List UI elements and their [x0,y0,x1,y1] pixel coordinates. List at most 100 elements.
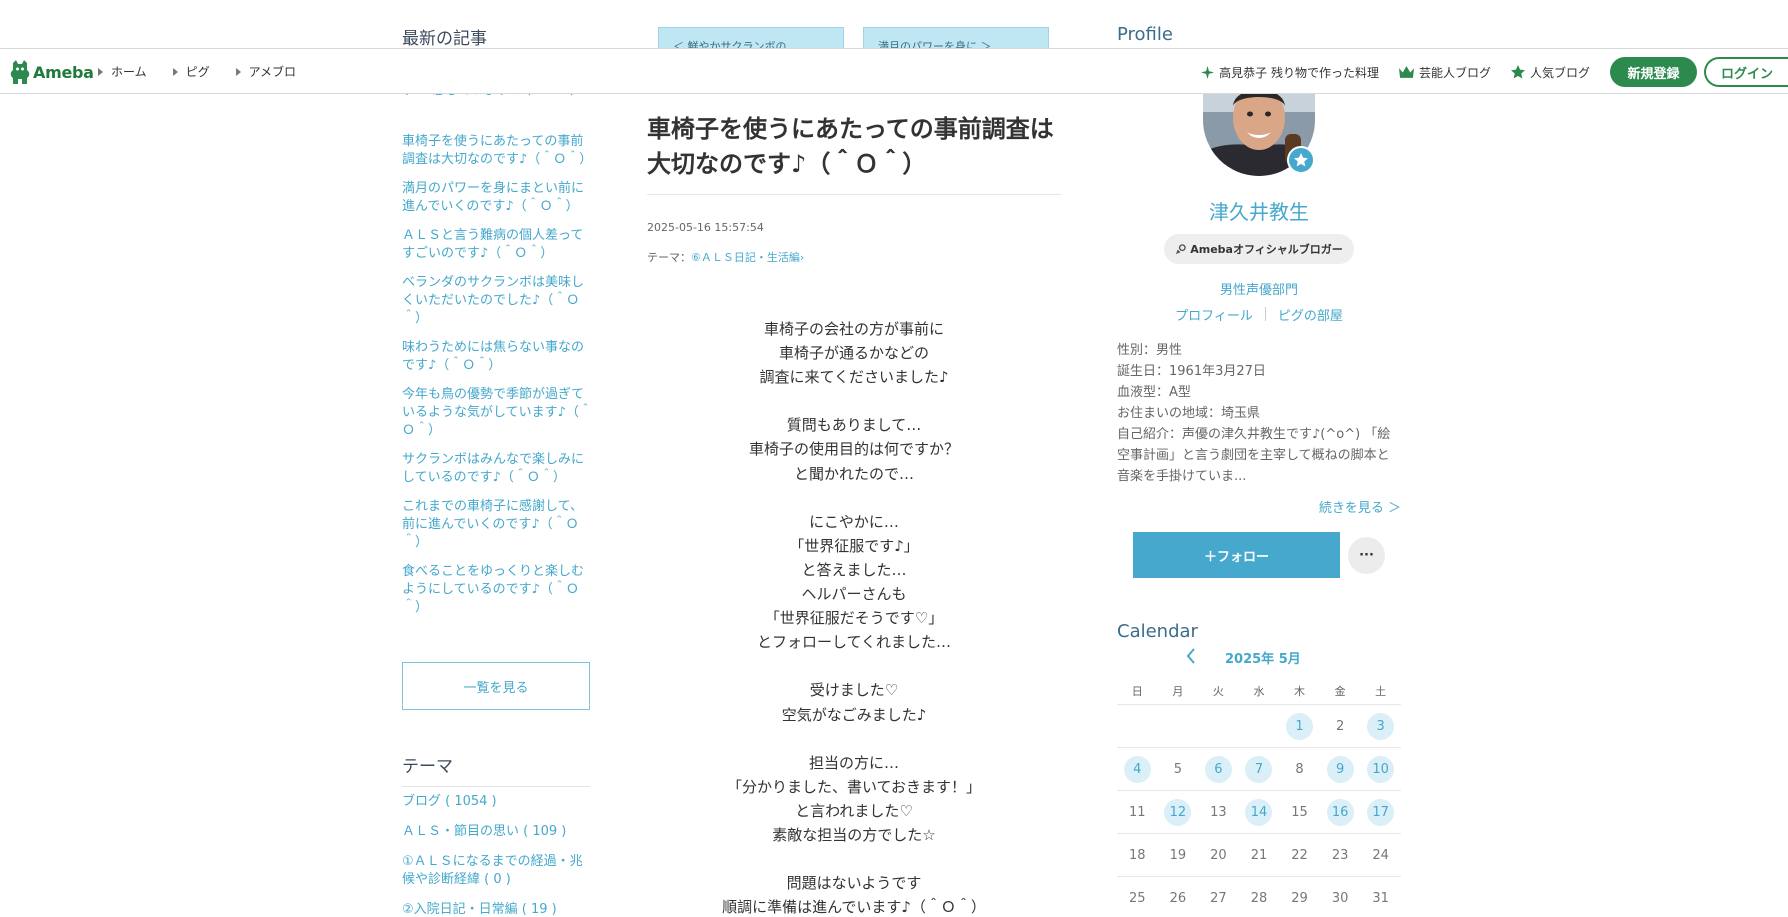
calendar-day-link[interactable]: 7 [1245,755,1273,783]
calendar-day-cell: 1 [1279,712,1320,740]
calendar-day: 25 [1129,890,1146,906]
profile-name[interactable]: 津久井教生 [1117,196,1401,225]
theme-link[interactable]: ブログ ( 1054 ) [402,793,592,811]
register-button[interactable]: 新規登録 [1610,57,1697,87]
calendar-day-cell: 15 [1279,799,1320,826]
ameba-mark-icon [10,60,30,84]
post-line: にこやかに… [809,512,899,531]
calendar-day-cell: 7 [1239,755,1280,783]
calendar-day: 11 [1129,804,1146,820]
calendar-day-cell: 28 [1239,885,1280,912]
more-options-button[interactable]: ··· [1348,537,1385,574]
calendar-day: 29 [1291,890,1308,906]
chevron-left-icon [1186,648,1195,664]
article-link[interactable]: 味わうためには焦らない事なのです♪（＾Ｏ＾） [402,339,592,375]
theme-link[interactable]: ＡＬＳ・節目の思い ( 109 ) [402,823,592,841]
calendar-day-cell: 17 [1360,798,1401,826]
breadcrumb-item[interactable]: アメブロ [235,63,296,80]
latest-articles-title: 最新の記事 [402,29,487,49]
official-blogger-pill[interactable]: Amebaオフィシャルブロガー [1164,234,1354,264]
calendar-day-link[interactable]: 10 [1367,755,1395,783]
calendar-day-cell: 12 [1158,798,1199,826]
article-link[interactable]: サクランボはみんなで楽しみにしているのです♪（＾Ｏ＾） [402,451,592,487]
calendar-day-link[interactable]: 3 [1367,712,1395,740]
post-line: 「分かりました、書いておきます！」 [726,777,982,796]
calendar-weekday: 金 [1334,684,1346,698]
breadcrumb-item[interactable]: ホーム [98,63,147,80]
profile-link[interactable]: プロフィール [1175,305,1253,324]
header-link-celebrity[interactable]: 芸能人ブログ [1398,64,1491,81]
calendar-day: 21 [1250,847,1268,863]
calendar-weekday: 日 [1131,684,1143,698]
calendar-day-link[interactable]: 16 [1326,798,1354,826]
login-button[interactable]: ログイン [1704,57,1788,87]
post-line: 車椅子の会社の方が事前に [763,320,944,338]
calendar-day: 5 [1173,761,1182,777]
profile-info-line: 性別：男性 [1117,343,1183,358]
post-line: と答えました… [801,560,907,579]
post-line: 受けました♡ [809,681,899,700]
header-link-popular[interactable]: 人気ブログ [1510,64,1590,81]
article-link[interactable]: 車椅子を使うにあたっての事前調査は大切なのです♪（＾Ｏ＾） [402,133,592,169]
calendar-weekday: 木 [1294,684,1306,698]
calendar-header: 2025年 5月 [1117,646,1401,668]
view-all-button[interactable]: 一覧を見る [402,662,590,710]
post-line: とフォローしてくれました… [756,633,952,652]
calendar-grid: 日月火水木金土 1 2 3 4 5 6 7 8 9 10 11 12 13 14 15 16 17 18 19 20 21… [1117,677,1401,917]
calendar-day: 13 [1210,804,1227,820]
calendar-month: 2025年 5月 [1225,652,1301,667]
calendar-prev-button[interactable] [1184,646,1198,666]
calendar-day-cell: 20 [1198,842,1239,869]
calendar-day-cell: 3 [1360,712,1401,740]
article-link[interactable]: ベランダのサクランボは美味しくいただいたのでした♪（＾Ｏ＾） [402,274,592,328]
calendar-day-link[interactable]: 6 [1204,755,1232,783]
star-icon [1510,65,1525,79]
calendar-day: 23 [1331,847,1349,863]
pig-room-link[interactable]: ピグの部屋 [1278,305,1343,324]
post-line: 「世界征服です♪」 [789,536,919,555]
post-line: 車椅子が通るかなどの [778,344,929,363]
article-link[interactable]: 満月のパワーを身にまとい前に進んでいくのです♪（＾Ｏ＾） [402,180,592,216]
read-more-link[interactable]: 続きを見る ＞ [1117,497,1401,516]
calendar-day: 27 [1210,890,1227,906]
calendar-day-cell: 10 [1360,755,1401,783]
calendar-day-link[interactable]: 17 [1367,798,1395,826]
caret-right-icon [235,67,241,76]
post-theme-link[interactable]: ⑥ＡＬＳ日記・生活編 [691,251,800,264]
calendar-day-cell: 23 [1320,842,1361,869]
theme-list: ブログ ( 1054 ) ＡＬＳ・節目の思い ( 109 ) ①ＡＬＳになるまでの経… [402,793,592,917]
calendar-day-link[interactable]: 4 [1123,755,1151,783]
follow-button[interactable]: ＋フォロー [1133,532,1340,578]
article-link[interactable]: ＡＬＳと言う難病の個人差ってすごいのです♪（＾Ｏ＾） [402,227,592,263]
post-line: 調査に来てくださいました♪ [759,368,949,387]
article-link[interactable]: 今年も鳥の優勢で季節が過ぎているような気がしています♪（＾Ｏ＾） [402,386,592,440]
calendar-day-cell: 6 [1198,755,1239,783]
calendar-day-link[interactable]: 1 [1286,712,1314,740]
article-link[interactable]: これまでの車椅子に感謝して、前に進んでいくのです♪（＾Ｏ＾） [402,498,592,552]
breadcrumb-item[interactable]: ピグ [172,63,210,80]
calendar-day: 24 [1372,847,1389,863]
article-link[interactable]: 食べることをゆっくりと楽しむようにしているのです♪（＾Ｏ＾） [402,563,592,617]
calendar-day-link[interactable]: 12 [1164,798,1192,826]
header-actions: 高見恭子 残り物で作った料理 芸能人ブログ 人気ブログ 新規登録 ログイン [1201,57,1788,87]
crown-icon [1398,66,1414,78]
post-line: 質問もありまして… [786,416,922,435]
prev-article-button[interactable]: ＜ 鮮やかサクランボの [658,27,844,49]
theme-link[interactable]: ①ＡＬＳになるまでの経過・兆候や診断経緯 ( 0 ) [402,853,592,889]
chevron-right-icon: › [799,251,805,264]
theme-link[interactable]: ②入院日記・日常編 ( 19 ) [402,901,592,917]
next-article-button[interactable]: 満月のパワーを身に ＞ [863,27,1049,49]
calendar-week-row: 25 26 27 28 29 30 31 [1117,877,1401,917]
breadcrumb: ホーム ピグ アメブロ [98,63,322,80]
header-link-featured[interactable]: 高見恭子 残り物で作った料理 [1201,64,1379,81]
calendar-day: 31 [1372,890,1389,906]
profile-category[interactable]: 男性声優部門 [1117,279,1401,298]
calendar-day-cell: 27 [1198,885,1239,912]
ameba-logo[interactable]: Ameba [10,59,94,85]
calendar-day-link[interactable]: 9 [1326,755,1354,783]
calendar-day-link[interactable]: 14 [1245,798,1273,826]
calendar-day-cell: 9 [1320,755,1361,783]
calendar-day: 8 [1295,761,1304,777]
